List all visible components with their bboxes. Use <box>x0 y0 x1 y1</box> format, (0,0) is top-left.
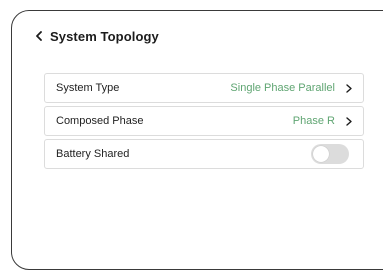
setting-row-composed-phase[interactable]: Composed Phase Phase R <box>44 106 364 136</box>
setting-row-battery-shared: Battery Shared <box>44 139 364 169</box>
setting-value: Phase R <box>292 115 335 127</box>
chevron-left-icon <box>36 31 42 41</box>
settings-list: System Type Single Phase Parallel Compos… <box>44 73 364 172</box>
setting-label: System Type <box>56 82 120 94</box>
setting-value: Single Phase Parallel <box>230 82 335 94</box>
setting-label: Battery Shared <box>56 148 130 160</box>
setting-label: Composed Phase <box>56 115 144 127</box>
page-title: System Topology <box>50 28 159 44</box>
back-button[interactable] <box>33 28 45 44</box>
page-header: System Topology <box>33 28 159 44</box>
chevron-right-icon <box>343 83 355 93</box>
toggle-knob <box>313 146 329 162</box>
chevron-right-icon <box>343 116 355 126</box>
setting-row-system-type[interactable]: System Type Single Phase Parallel <box>44 73 364 103</box>
battery-shared-toggle[interactable] <box>311 144 349 164</box>
